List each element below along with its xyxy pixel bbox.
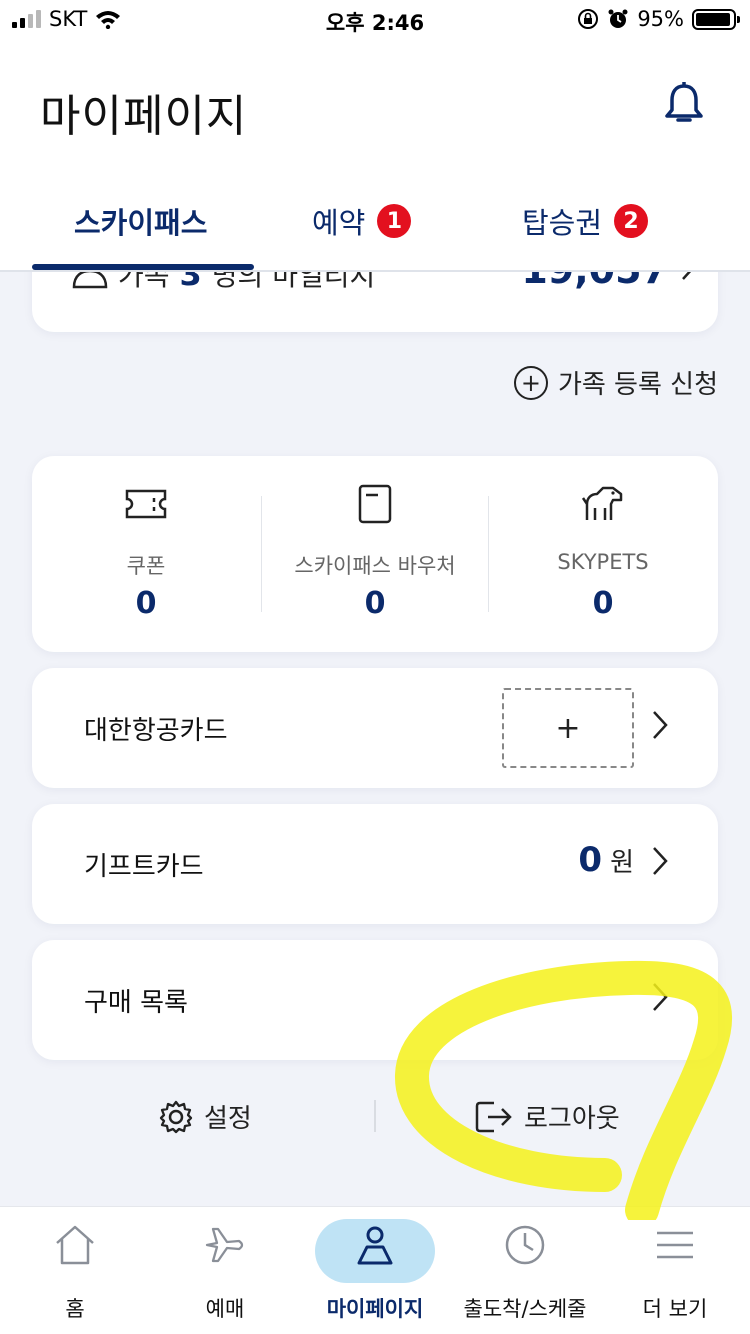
coupon-item[interactable]: 쿠폰 0 xyxy=(32,456,260,652)
battery-percent: 95% xyxy=(637,7,684,31)
gift-card-unit: 원 xyxy=(610,848,634,878)
purchase-list-row[interactable]: 구매 목록 xyxy=(32,940,718,1060)
tab-skypass[interactable]: 스카이패스 xyxy=(74,200,207,242)
skypets-count: 0 xyxy=(592,586,614,621)
tabbar-schedule[interactable]: 출도착/스케줄 xyxy=(450,1207,600,1334)
bottom-tab-bar: 홈 예매 마이페이지 출도착/스케줄 더 보기 xyxy=(0,1206,750,1334)
ticket-icon xyxy=(125,489,167,519)
tabbar-booking-label: 예매 xyxy=(205,1297,245,1321)
coupon-count: 0 xyxy=(135,586,157,621)
tabbar-mypage-label: 마이페이지 xyxy=(326,1297,424,1321)
benefits-card: 쿠폰 0 스카이패스 바우처 0 SKYPETS 0 xyxy=(32,456,718,652)
settings-label: 설정 xyxy=(204,1104,252,1134)
account-actions: 설정 로그아웃 xyxy=(0,1090,750,1146)
voucher-label: 스카이패스 바우처 xyxy=(294,554,456,578)
page-title: 마이페이지 xyxy=(40,91,248,142)
koreanair-card-row[interactable]: 대한항공카드 + xyxy=(32,668,718,788)
chevron-right-icon xyxy=(653,711,668,739)
active-tab-indicator xyxy=(32,264,254,270)
chevron-right-icon xyxy=(653,847,668,875)
add-circle-icon: + xyxy=(513,365,548,400)
skypets-label: SKYPETS xyxy=(557,550,649,574)
family-register-label: 가족 등록 신청 xyxy=(557,370,718,400)
menu-icon xyxy=(657,1231,693,1259)
skypets-item[interactable]: SKYPETS 0 xyxy=(489,456,717,652)
tabbar-home-label: 홈 xyxy=(65,1297,85,1321)
tab-boarding-pass-label: 탑승권 xyxy=(522,206,603,240)
gift-card-label: 기프트카드 xyxy=(84,852,204,882)
tabbar-more-label: 더 보기 xyxy=(642,1297,708,1321)
tabbar-home[interactable]: 홈 xyxy=(0,1207,150,1334)
chevron-right-icon xyxy=(653,983,668,1011)
home-icon xyxy=(56,1225,94,1265)
status-bar: SKT 오후 2:46 95% xyxy=(0,0,750,44)
tab-bar: 스카이패스 예약 1 탑승권 2 xyxy=(0,190,750,272)
top-header-area: SKT 오후 2:46 95% 마이페이지 스카이패스 예약 1 탑승권 2 xyxy=(0,0,750,272)
voucher-count: 0 xyxy=(364,586,386,621)
person-icon xyxy=(357,1226,393,1265)
bell-icon[interactable] xyxy=(660,80,708,128)
settings-button[interactable]: 설정 xyxy=(158,1098,252,1135)
gear-icon xyxy=(159,1100,193,1133)
battery-icon xyxy=(692,8,740,30)
gift-card-value: 0 xyxy=(578,840,603,880)
tabbar-booking[interactable]: 예매 xyxy=(150,1207,300,1334)
tab-boarding-pass[interactable]: 탑승권 2 xyxy=(522,200,649,242)
gift-card-amount: 0 원 xyxy=(578,840,634,880)
logout-icon xyxy=(475,1101,512,1132)
boarding-pass-count-badge: 2 xyxy=(614,204,649,238)
alarm-icon xyxy=(608,9,628,28)
clock-icon xyxy=(505,1225,545,1265)
family-register-link[interactable]: + 가족 등록 신청 xyxy=(513,364,718,401)
tabbar-more[interactable]: 더 보기 xyxy=(600,1207,750,1334)
coupon-label: 쿠폰 xyxy=(126,554,166,578)
plus-icon: + xyxy=(555,710,581,746)
purchase-list-label: 구매 목록 xyxy=(84,988,188,1018)
rotation-lock-icon xyxy=(578,9,599,29)
koreanair-card-label: 대한항공카드 xyxy=(84,716,228,746)
tabbar-schedule-label: 출도착/스케줄 xyxy=(463,1297,587,1321)
tabbar-mypage[interactable]: 마이페이지 xyxy=(300,1207,450,1334)
dog-icon xyxy=(581,486,623,520)
tab-skypass-label: 스카이패스 xyxy=(74,206,208,240)
voucher-icon xyxy=(358,484,392,524)
plane-icon xyxy=(205,1227,244,1263)
tab-reservation-label: 예약 xyxy=(312,206,366,240)
divider xyxy=(374,1100,376,1132)
logout-button[interactable]: 로그아웃 xyxy=(474,1098,620,1135)
tab-reservation[interactable]: 예약 1 xyxy=(312,200,412,242)
add-card-button[interactable]: + xyxy=(502,688,634,768)
reservation-count-badge: 1 xyxy=(377,204,412,238)
logout-label: 로그아웃 xyxy=(524,1104,620,1134)
voucher-item[interactable]: 스카이패스 바우처 0 xyxy=(261,456,489,652)
gift-card-row[interactable]: 기프트카드 0 원 xyxy=(32,804,718,924)
